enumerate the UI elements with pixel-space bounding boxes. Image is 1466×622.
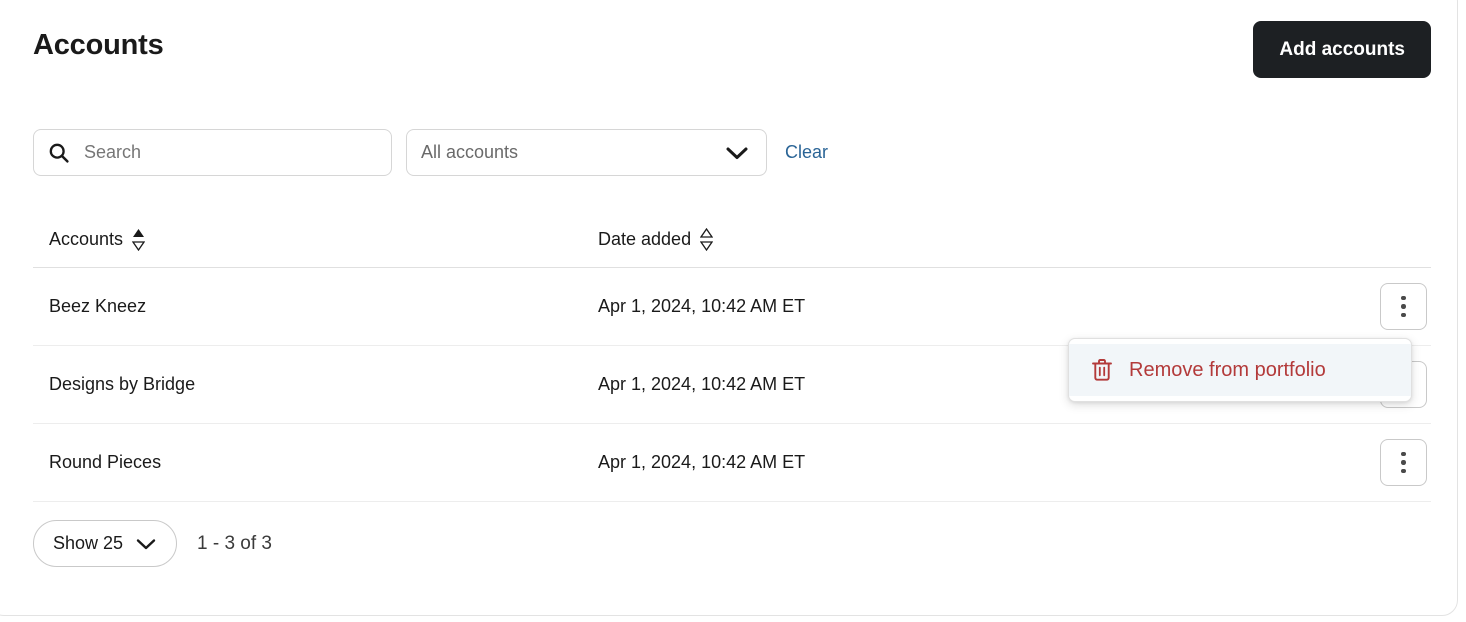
- cell-account-name: Designs by Bridge: [33, 374, 598, 395]
- clear-filters-link[interactable]: Clear: [785, 142, 828, 163]
- accounts-page: Accounts Add accounts All accounts: [0, 0, 1466, 622]
- kebab-menu-icon: [1401, 296, 1406, 301]
- column-header-accounts[interactable]: Accounts: [33, 228, 598, 251]
- search-input[interactable]: [70, 130, 360, 175]
- kebab-menu-icon: [1401, 469, 1406, 474]
- pagination-bar: Show 25 1 - 3 of 3: [33, 520, 272, 567]
- trash-icon: [1091, 358, 1113, 382]
- menu-item-label: Remove from portfolio: [1129, 359, 1326, 382]
- row-context-menu: Remove from portfolio: [1068, 338, 1412, 402]
- page-size-select[interactable]: Show 25: [33, 520, 177, 567]
- row-actions-button[interactable]: [1380, 283, 1427, 330]
- page-title: Accounts: [33, 31, 164, 60]
- cell-date-added: Apr 1, 2024, 10:42 AM ET: [598, 452, 1361, 473]
- chevron-down-icon: [724, 145, 750, 161]
- row-actions-button[interactable]: [1380, 439, 1427, 486]
- table-row: Beez Kneez Apr 1, 2024, 10:42 AM ET: [33, 268, 1431, 346]
- sort-arrows-icon: [132, 228, 145, 251]
- chevron-down-icon: [135, 537, 157, 551]
- cell-actions: [1361, 283, 1431, 330]
- table-row: Round Pieces Apr 1, 2024, 10:42 AM ET: [33, 424, 1431, 502]
- column-header-date-added[interactable]: Date added: [598, 228, 1431, 251]
- cell-actions: [1361, 439, 1431, 486]
- table-header-row: Accounts Date added: [33, 212, 1431, 268]
- accounts-card: Accounts Add accounts All accounts: [0, 0, 1458, 616]
- account-filter-value: All accounts: [421, 142, 724, 163]
- column-header-accounts-label: Accounts: [49, 229, 123, 250]
- page-header: Accounts Add accounts: [33, 1, 1443, 97]
- add-accounts-button[interactable]: Add accounts: [1253, 21, 1431, 78]
- cell-date-added: Apr 1, 2024, 10:42 AM ET: [598, 296, 1361, 317]
- cell-account-name: Beez Kneez: [33, 296, 598, 317]
- card-content: Accounts Add accounts All accounts: [33, 1, 1443, 615]
- search-box[interactable]: [33, 129, 392, 176]
- sort-arrows-icon: [700, 228, 713, 251]
- kebab-menu-icon: [1401, 452, 1406, 457]
- column-header-date-added-label: Date added: [598, 229, 691, 250]
- kebab-menu-icon: [1401, 460, 1406, 465]
- kebab-menu-icon: [1401, 313, 1406, 318]
- kebab-menu-icon: [1401, 304, 1406, 309]
- menu-item-remove-from-portfolio[interactable]: Remove from portfolio: [1069, 344, 1411, 396]
- filter-bar: All accounts Clear: [33, 129, 828, 176]
- cell-account-name: Round Pieces: [33, 452, 598, 473]
- pagination-range: 1 - 3 of 3: [197, 533, 272, 555]
- page-size-label: Show 25: [53, 533, 123, 554]
- search-icon: [48, 142, 70, 164]
- account-filter-select[interactable]: All accounts: [406, 129, 767, 176]
